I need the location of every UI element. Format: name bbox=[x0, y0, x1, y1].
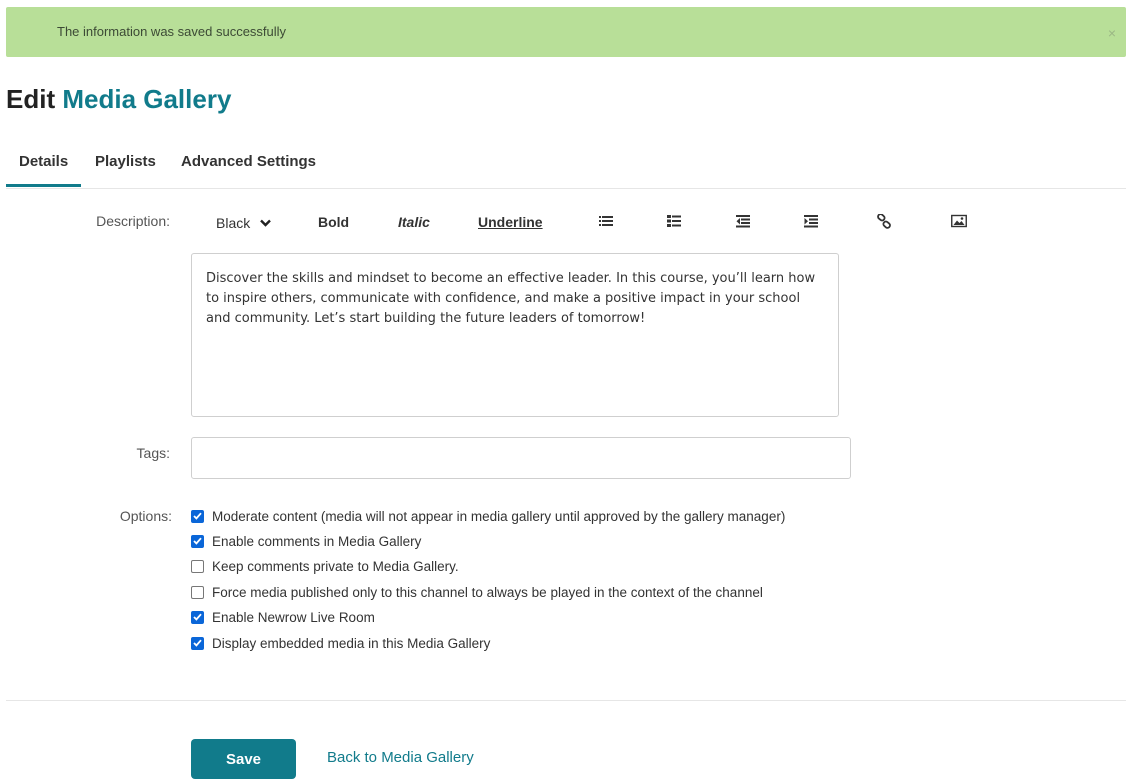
tags-input[interactable] bbox=[191, 437, 851, 479]
embedded-media-checkbox[interactable] bbox=[191, 636, 204, 650]
image-icon[interactable] bbox=[951, 214, 967, 228]
option-label: Force media published only to this chann… bbox=[212, 584, 763, 600]
tab-advanced-settings[interactable]: Advanced Settings bbox=[181, 153, 316, 170]
moderate-content-checkbox[interactable] bbox=[191, 509, 204, 523]
description-label: Description: bbox=[96, 213, 170, 229]
link-icon[interactable] bbox=[877, 214, 891, 229]
success-alert: The information was saved successfully × bbox=[6, 7, 1126, 57]
form-divider bbox=[6, 700, 1126, 701]
option-moderate-content: Moderate content (media will not appear … bbox=[191, 507, 785, 525]
page-title-prefix: Edit bbox=[6, 84, 56, 114]
indent-icon[interactable] bbox=[804, 214, 818, 228]
editor-toolbar: Black Bold Italic Underline bbox=[191, 210, 991, 236]
option-label: Enable comments in Media Gallery bbox=[212, 533, 422, 549]
description-editor[interactable]: Discover the skills and mindset to becom… bbox=[191, 253, 839, 417]
tags-label: Tags: bbox=[136, 445, 170, 461]
option-enable-comments: Enable comments in Media Gallery bbox=[191, 532, 421, 550]
enable-comments-checkbox[interactable] bbox=[191, 534, 204, 548]
page-title: Edit Media Gallery bbox=[6, 84, 231, 115]
newrow-live-room-checkbox[interactable] bbox=[191, 610, 204, 624]
tab-playlists[interactable]: Playlists bbox=[95, 153, 156, 170]
italic-button[interactable]: Italic bbox=[398, 214, 430, 230]
page-title-name: Media Gallery bbox=[62, 84, 232, 114]
bulleted-list-icon[interactable] bbox=[599, 214, 613, 228]
underline-button[interactable]: Underline bbox=[478, 214, 543, 230]
outdent-icon[interactable] bbox=[736, 214, 750, 228]
option-label: Display embedded media in this Media Gal… bbox=[212, 635, 491, 651]
option-label: Moderate content (media will not appear … bbox=[212, 508, 786, 524]
close-icon[interactable]: × bbox=[1108, 26, 1116, 40]
private-comments-checkbox[interactable] bbox=[191, 559, 204, 573]
save-button[interactable]: Save bbox=[191, 739, 296, 779]
chevron-down-icon bbox=[260, 214, 272, 230]
options-label: Options: bbox=[119, 508, 172, 524]
bold-button[interactable]: Bold bbox=[318, 214, 349, 230]
option-embedded-media: Display embedded media in this Media Gal… bbox=[191, 634, 490, 652]
option-force-channel-context: Force media published only to this chann… bbox=[191, 583, 763, 601]
color-select-value: Black bbox=[216, 215, 251, 231]
option-private-comments: Keep comments private to Media Gallery. bbox=[191, 557, 459, 575]
option-label: Enable Newrow Live Room bbox=[212, 609, 375, 625]
numbered-list-icon[interactable] bbox=[667, 214, 681, 228]
color-select[interactable]: Black bbox=[216, 214, 272, 231]
tab-bar: Details Playlists Advanced Settings bbox=[5, 140, 1126, 189]
tab-details[interactable]: Details bbox=[5, 153, 82, 187]
option-newrow-live-room: Enable Newrow Live Room bbox=[191, 608, 375, 626]
option-label: Keep comments private to Media Gallery. bbox=[212, 558, 459, 574]
alert-message: The information was saved successfully bbox=[57, 24, 287, 39]
back-to-media-gallery-link[interactable]: Back to Media Gallery bbox=[327, 749, 474, 766]
force-channel-context-checkbox[interactable] bbox=[191, 585, 204, 599]
